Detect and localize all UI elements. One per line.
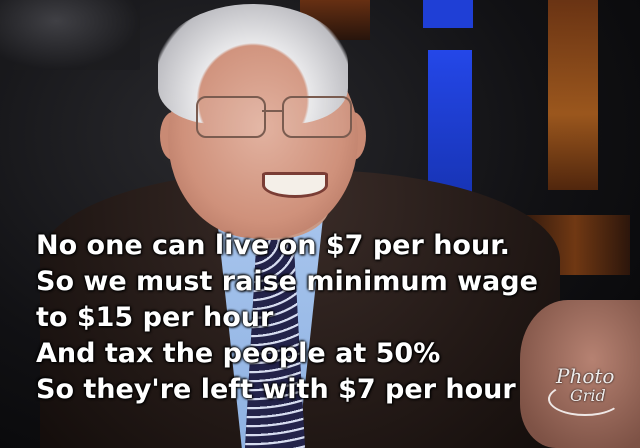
caption-line: And tax the people at 50% bbox=[36, 338, 441, 369]
caption-line: to $15 per hour bbox=[36, 302, 274, 333]
caption-line: No one can live on $7 per hour. bbox=[36, 230, 510, 261]
caption-line: So they're left with $7 per hour bbox=[36, 374, 516, 405]
smile bbox=[262, 172, 328, 198]
background-amber-panel bbox=[548, 0, 598, 190]
right-lens bbox=[282, 96, 352, 138]
eyeglasses bbox=[196, 96, 354, 138]
photogrid-watermark: Photo Grid bbox=[548, 364, 628, 424]
left-lens bbox=[196, 96, 266, 138]
background-blue-panel-top bbox=[423, 0, 473, 28]
watermark-text-grid: Grid bbox=[570, 386, 606, 405]
meme-photo: No one can live on $7 per hour. So we mu… bbox=[0, 0, 640, 448]
meme-caption: No one can live on $7 per hour. So we mu… bbox=[36, 228, 538, 408]
watermark-text-photo: Photo bbox=[556, 364, 615, 388]
caption-line: So we must raise minimum wage bbox=[36, 266, 538, 297]
glasses-bridge bbox=[262, 110, 284, 112]
background-light-blur bbox=[0, 0, 140, 70]
